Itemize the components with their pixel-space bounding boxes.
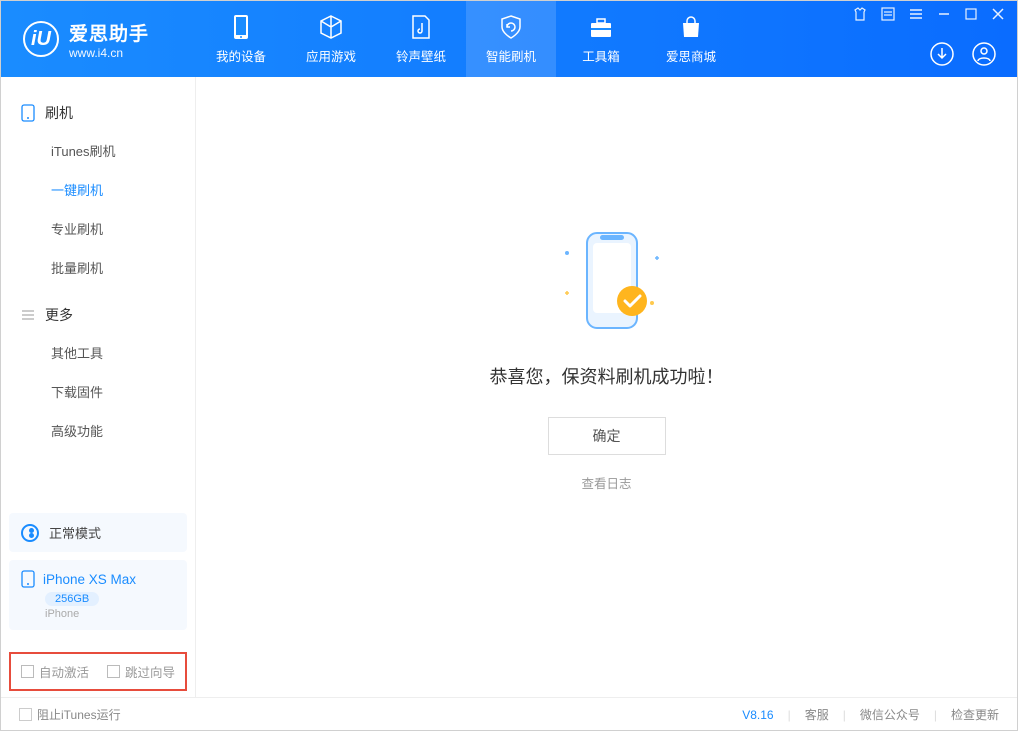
- more-icon: [21, 308, 35, 322]
- tab-ringtones[interactable]: 铃声壁纸: [376, 1, 466, 77]
- sidebar-item-download-fw[interactable]: 下载固件: [1, 372, 195, 411]
- minimize-icon[interactable]: [937, 7, 951, 21]
- close-icon[interactable]: [991, 7, 1005, 21]
- version-label[interactable]: V8.16: [742, 708, 773, 722]
- phone-icon: [232, 14, 250, 40]
- sidebar-item-pro[interactable]: 专业刷机: [1, 209, 195, 248]
- maximize-icon[interactable]: [965, 8, 977, 20]
- success-message: 恭喜您，保资料刷机成功啦！: [490, 363, 724, 389]
- checkbox-block-itunes[interactable]: 阻止iTunes运行: [19, 706, 121, 723]
- phone-small-icon: [21, 570, 35, 588]
- section-flash: 刷机: [1, 95, 195, 131]
- view-log-link[interactable]: 查看日志: [581, 473, 631, 492]
- checkbox-skip-wizard[interactable]: 跳过向导: [107, 662, 175, 681]
- checkbox-auto-activate[interactable]: 自动激活: [21, 662, 89, 681]
- sidebar: 刷机 iTunes刷机 一键刷机 专业刷机 批量刷机 更多 其他工具 下载固件 …: [1, 77, 196, 697]
- mode-icon: [21, 524, 39, 542]
- section-more: 更多: [1, 297, 195, 333]
- device-mode[interactable]: 正常模式: [9, 513, 187, 552]
- window-controls: [853, 7, 1005, 21]
- menu-icon[interactable]: [909, 7, 923, 21]
- sidebar-item-oneclick[interactable]: 一键刷机: [1, 170, 195, 209]
- sidebar-item-itunes[interactable]: iTunes刷机: [1, 131, 195, 170]
- toolbox-icon: [588, 14, 614, 40]
- tab-toolbox[interactable]: 工具箱: [556, 1, 646, 77]
- storage-badge: 256GB: [45, 592, 99, 606]
- options-highlight: 自动激活 跳过向导: [9, 652, 187, 691]
- download-icon[interactable]: [929, 41, 955, 67]
- sidebar-item-other-tools[interactable]: 其他工具: [1, 333, 195, 372]
- user-icon[interactable]: [971, 41, 997, 67]
- list-icon[interactable]: [881, 7, 895, 21]
- success-illustration: [537, 223, 677, 343]
- device-type: iPhone: [45, 608, 79, 620]
- tab-apps-games[interactable]: 应用游戏: [286, 1, 376, 77]
- app-logo-icon: iU: [23, 21, 59, 57]
- device-info[interactable]: iPhone XS Max 256GB iPhone: [9, 560, 187, 630]
- tab-my-device[interactable]: 我的设备: [196, 1, 286, 77]
- device-icon: [21, 104, 35, 122]
- tab-smart-flash[interactable]: 智能刷机: [466, 1, 556, 77]
- wechat-link[interactable]: 微信公众号: [860, 706, 920, 723]
- tab-store[interactable]: 爱思商城: [646, 1, 736, 77]
- main-content: 恭喜您，保资料刷机成功啦！ 确定 查看日志: [196, 77, 1017, 697]
- support-link[interactable]: 客服: [805, 706, 829, 723]
- update-link[interactable]: 检查更新: [951, 706, 999, 723]
- app-url: www.i4.cn: [69, 46, 149, 60]
- bag-icon: [679, 14, 703, 40]
- shield-refresh-icon: [498, 14, 524, 40]
- app-header: iU 爱思助手 www.i4.cn 我的设备 应用游戏 铃声壁纸 智能刷机 工具…: [1, 1, 1017, 77]
- sidebar-item-batch[interactable]: 批量刷机: [1, 248, 195, 287]
- shirt-icon[interactable]: [853, 7, 867, 21]
- nav-tabs: 我的设备 应用游戏 铃声壁纸 智能刷机 工具箱 爱思商城: [196, 1, 736, 77]
- app-name: 爱思助手: [69, 19, 149, 46]
- music-file-icon: [410, 14, 432, 40]
- ok-button[interactable]: 确定: [548, 417, 666, 455]
- device-panel: 正常模式 iPhone XS Max 256GB iPhone: [9, 513, 187, 638]
- cube-icon: [318, 14, 344, 40]
- sidebar-item-advanced[interactable]: 高级功能: [1, 411, 195, 450]
- footer: 阻止iTunes运行 V8.16 | 客服 | 微信公众号 | 检查更新: [1, 697, 1017, 731]
- logo-area: iU 爱思助手 www.i4.cn: [1, 19, 196, 60]
